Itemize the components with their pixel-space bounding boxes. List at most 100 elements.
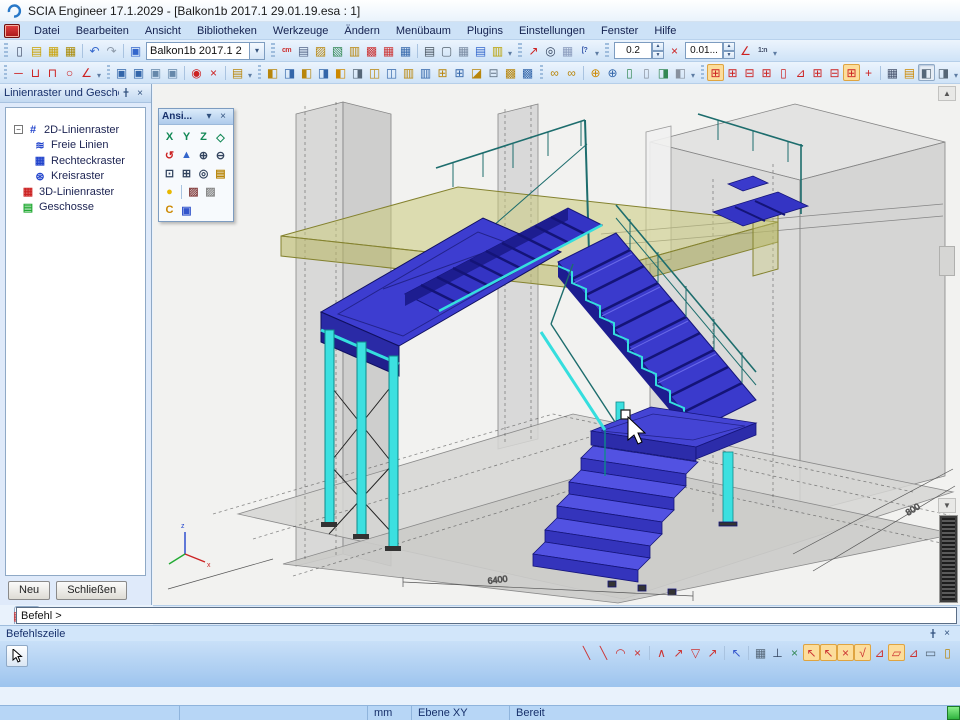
toolbar-icon[interactable]: ▤	[421, 42, 438, 59]
render-mode-icons[interactable]: C▣	[161, 202, 195, 219]
toolbar-icon[interactable]: ▱	[888, 644, 905, 661]
toolbar-icon[interactable]: ↗	[670, 644, 687, 661]
toolbar-icon[interactable]: ×	[786, 644, 803, 661]
toolbar-icon[interactable]: ×	[666, 42, 683, 59]
angle-toolbar-icons[interactable]: ∠1:n	[737, 42, 771, 59]
tree-item-kreisraster[interactable]: ⊛Kreisraster	[8, 169, 143, 185]
toolbar-icon[interactable]: ▦	[559, 42, 576, 59]
toolbar-icon[interactable]: ⊿	[871, 644, 888, 661]
toolbar-icon[interactable]: ▦	[62, 42, 79, 59]
close-icon[interactable]: ×	[133, 87, 147, 100]
close-button[interactable]: Schließen	[56, 581, 127, 600]
toolbar-icon[interactable]: ∧	[653, 644, 670, 661]
project-combo[interactable]: Balkon1b 2017.1 2 ▾	[146, 42, 265, 60]
vscroll-thumb[interactable]	[939, 246, 955, 276]
model-viewport[interactable]: 6400 800 z x	[153, 84, 960, 605]
overflow-chevron-icon[interactable]: ▾	[248, 71, 252, 80]
pin-icon[interactable]	[119, 87, 133, 100]
overflow-chevron-icon[interactable]: ▾	[691, 71, 695, 80]
status-plane[interactable]: Ebene XY	[412, 706, 510, 720]
app-icon[interactable]	[4, 24, 20, 38]
overflow-chevron-icon[interactable]: ▾	[773, 49, 777, 58]
toolbar-icon[interactable]: ▨	[202, 183, 219, 200]
menu-menubaum[interactable]: Menübaum	[388, 23, 459, 39]
toolbar-icon[interactable]: ▦	[397, 42, 414, 59]
toolbar-icon[interactable]: √	[854, 644, 871, 661]
toolbar-icon[interactable]: ◫	[366, 64, 383, 81]
toolbar-icon[interactable]: ▽	[687, 644, 704, 661]
menu-einstellungen[interactable]: Einstellungen	[511, 23, 593, 39]
tools-toolbar-icons[interactable]: cm▤▨▧▥▩▦▦▤▢▦▤▥	[278, 42, 506, 59]
toolbar-icon[interactable]: ↷	[103, 42, 120, 59]
menu-plugins[interactable]: Plugins	[459, 23, 511, 39]
toolbar-icon[interactable]: ↖	[820, 644, 837, 661]
toolbar-grip[interactable]	[4, 43, 8, 59]
toolbar-icon[interactable]: Z	[195, 129, 212, 146]
toolbar-icon[interactable]: ◫	[383, 64, 400, 81]
toolbar-icon[interactable]: ◎	[542, 42, 559, 59]
tree-item-label[interactable]: Rechteckraster	[51, 155, 125, 167]
toolbar-icon[interactable]: ⊟	[741, 64, 758, 81]
toolbar-icon[interactable]: ↗	[704, 644, 721, 661]
toolbar-grip[interactable]	[701, 65, 704, 81]
toolbar-icon[interactable]: ↖	[728, 644, 745, 661]
overflow-chevron-icon[interactable]: ▾	[508, 49, 512, 58]
toolbar-icon[interactable]: +	[860, 64, 877, 81]
toolbar-icon[interactable]: ─	[10, 64, 27, 81]
toolbar-icon[interactable]: ▨	[185, 183, 202, 200]
toolbar-grip[interactable]	[605, 43, 609, 59]
snap-spinner[interactable]: 0.01... ▲▼	[685, 42, 735, 60]
toolbar-icon[interactable]: ◇	[212, 129, 229, 146]
toolbar-icon[interactable]: ↶	[86, 42, 103, 59]
toolbar-icon[interactable]: ▤	[28, 42, 45, 59]
tree-item-label[interactable]: Freie Linien	[51, 139, 108, 151]
toolbar-icon[interactable]: ▯	[775, 64, 792, 81]
toolbar-icon[interactable]: ⊕	[195, 147, 212, 164]
toolbar-icon[interactable]: ⊿	[792, 64, 809, 81]
toolbar-icon[interactable]: ⊞	[758, 64, 775, 81]
scale-icon[interactable]: ×	[666, 42, 683, 59]
toolbar-icon[interactable]: cm	[278, 42, 295, 59]
palette-dropdown-icon[interactable]: ▾	[202, 110, 216, 123]
tree-item-label[interactable]: Geschosse	[39, 201, 94, 213]
tree-item-rechteckraster[interactable]: ▦Rechteckraster	[8, 153, 143, 169]
toolbar-icon[interactable]: ▩	[502, 64, 519, 81]
toolbar-icon[interactable]: ⊓	[44, 64, 61, 81]
toolbar-icon[interactable]: ▣	[147, 64, 164, 81]
toolbar-icon[interactable]: ×	[629, 644, 646, 661]
toolbar-icon[interactable]: ◪	[468, 64, 485, 81]
snap-settings-icons[interactable]: ╲╲◠×∧↗▽↗↖▦⊥×↖↖×√⊿▱⊿▭▯	[578, 644, 956, 661]
toolbar-icon[interactable]: ▦	[45, 42, 62, 59]
toolbar-icon[interactable]: ▤	[295, 42, 312, 59]
combo-dropdown-icon[interactable]: ▾	[250, 42, 265, 60]
toolbar-icon[interactable]: ▦	[752, 644, 769, 661]
tree-expander-icon[interactable]: −	[14, 125, 23, 134]
toolbar-icon[interactable]: ⊞	[451, 64, 468, 81]
toolbar-icon[interactable]: ▢	[438, 42, 455, 59]
snap-value[interactable]: 0.01...	[685, 42, 723, 59]
light-image-icons[interactable]: ●▨▨	[161, 183, 219, 200]
tree-item-geschosse[interactable]: ▤Geschosse	[8, 200, 143, 216]
toolbar-icon[interactable]: ▥	[400, 64, 417, 81]
toolbar-icon[interactable]: ⊞	[843, 64, 860, 81]
toolbar-icon[interactable]: ↺	[161, 147, 178, 164]
toolbar-icon[interactable]: ⊟	[485, 64, 502, 81]
status-units[interactable]: mm	[368, 706, 412, 720]
toolbar-icon[interactable]: ⊞	[434, 64, 451, 81]
menu-ansicht[interactable]: Ansicht	[137, 23, 189, 39]
toolbar-icon[interactable]: ▯	[638, 64, 655, 81]
toolbar-icon[interactable]: ∠	[78, 64, 95, 81]
tree-item-label[interactable]: Kreisraster	[51, 170, 104, 182]
toolbar-icon[interactable]: ◧	[298, 64, 315, 81]
toolbar-icon[interactable]: ▦	[380, 42, 397, 59]
toolbar-icon[interactable]: ⊡	[161, 165, 178, 182]
spin-down-icon[interactable]: ▼	[723, 51, 735, 60]
toolbar-icon[interactable]: X	[161, 129, 178, 146]
toolbar-icon[interactable]: ◠	[612, 644, 629, 661]
toolbar-icon[interactable]: ╲	[578, 644, 595, 661]
toolbar-icon[interactable]: ▣	[130, 64, 147, 81]
menu-aendern[interactable]: Ändern	[336, 23, 387, 39]
vscroll-down-icon[interactable]: ▼	[938, 498, 956, 513]
toolbar-icon[interactable]: ◧	[918, 64, 935, 81]
grid-tree[interactable]: −#2D-Linienraster≋Freie Linien▦Rechteckr…	[5, 107, 146, 576]
